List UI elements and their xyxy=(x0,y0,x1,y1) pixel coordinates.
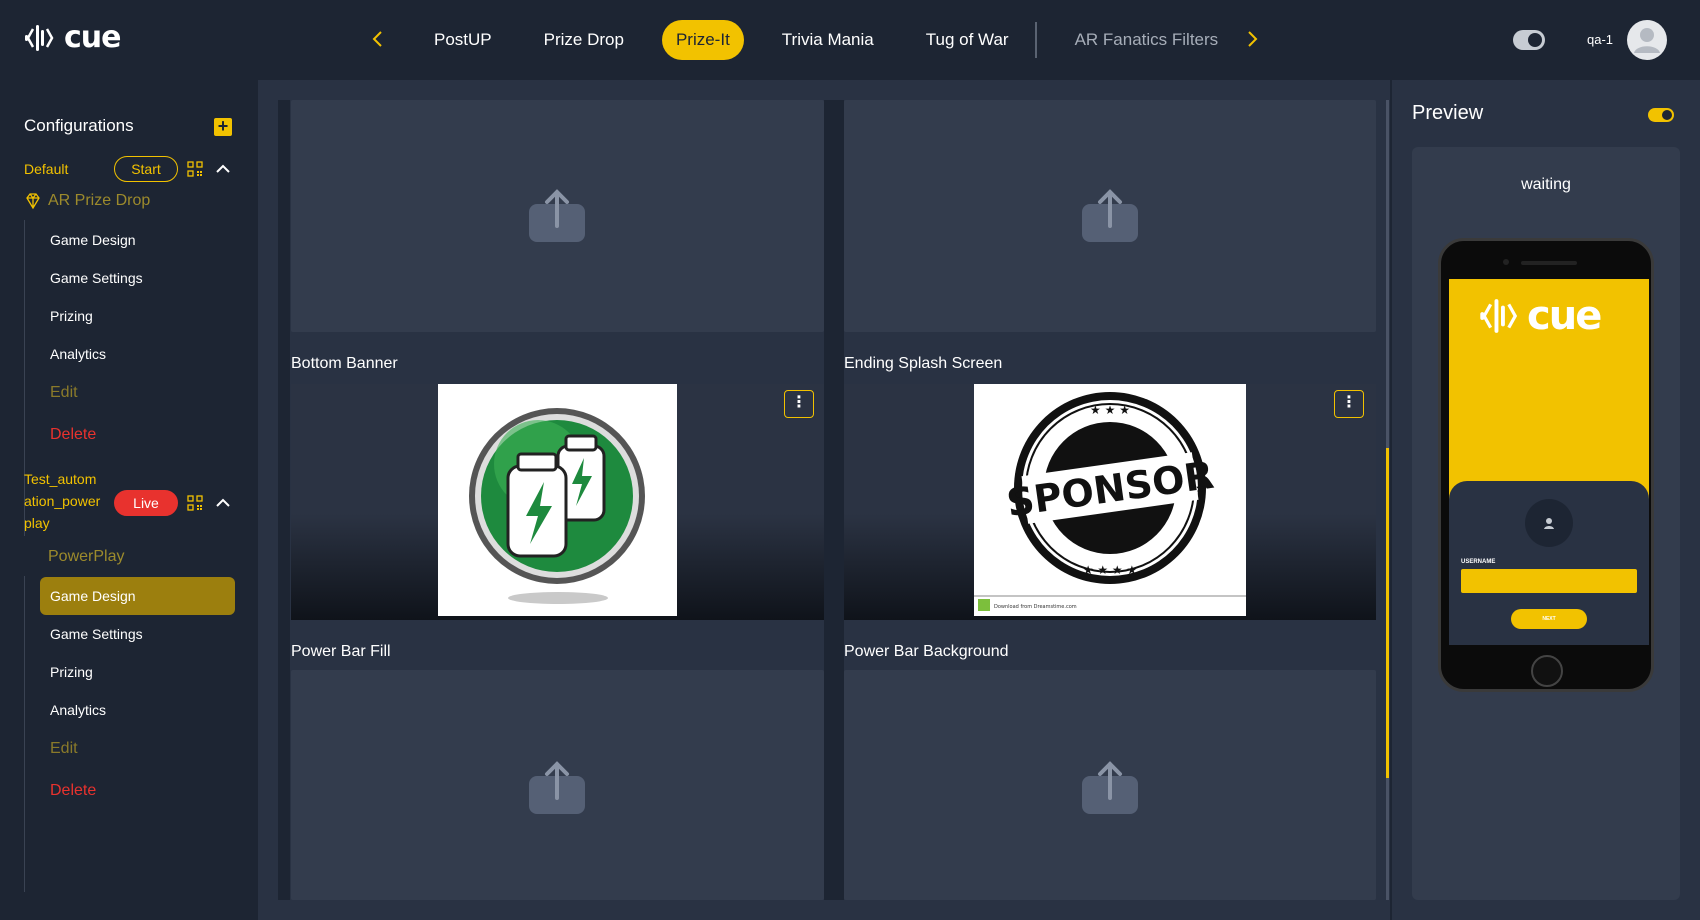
power-bar-background-upload-card[interactable] xyxy=(844,670,1376,900)
menu-analytics[interactable]: Analytics xyxy=(50,346,106,362)
phone-cue-logo: cue xyxy=(1479,293,1602,339)
asset-label-bottom-banner: Bottom Banner xyxy=(291,355,398,372)
user-name: qa-1 xyxy=(1587,32,1614,47)
collapse-chevron-up-icon[interactable] xyxy=(214,494,232,512)
menu-game-settings[interactable]: Game Settings xyxy=(50,270,143,286)
phone-username-label: USERNAME xyxy=(1461,559,1496,565)
configurations-title: Configurations xyxy=(24,116,134,135)
qr-code-icon[interactable] xyxy=(187,495,203,511)
logo-wordmark: cue xyxy=(64,20,121,55)
add-configuration-button[interactable]: + xyxy=(214,117,232,136)
user-avatar[interactable] xyxy=(1627,20,1667,60)
asset-label-power-bar-background: Power Bar Background xyxy=(844,643,1009,660)
phone-next-button: NEXT xyxy=(1511,609,1587,629)
asset-options-kebab-icon[interactable]: ⋮ xyxy=(1334,390,1364,418)
phone-mockup: cue USERNAME NEXT xyxy=(1438,238,1654,692)
tab-prize-it[interactable]: Prize-It xyxy=(661,20,744,60)
tabs-next-chevron-icon[interactable] xyxy=(1240,26,1266,52)
cue-waveform-icon xyxy=(1480,299,1518,333)
config-name-line-1[interactable]: Test_autom xyxy=(24,468,96,490)
config-name-line-3[interactable]: play xyxy=(24,512,50,534)
phone-logo-wordmark: cue xyxy=(1527,293,1602,339)
svg-text:★ ★ ★: ★ ★ ★ xyxy=(1090,403,1130,417)
menu-edit[interactable]: Edit xyxy=(50,384,78,402)
preview-status: waiting xyxy=(1521,176,1571,193)
upload-icon xyxy=(529,761,585,814)
phone-camera xyxy=(1503,259,1509,265)
menu-delete[interactable]: Delete xyxy=(50,782,96,800)
upload-icon xyxy=(1082,761,1138,814)
phone-screen: cue USERNAME NEXT xyxy=(1449,279,1649,645)
phone-username-input xyxy=(1461,569,1637,593)
phone-speaker xyxy=(1521,261,1577,265)
svg-text:★ ★ ★ ★: ★ ★ ★ ★ xyxy=(1083,563,1137,577)
diamond-icon xyxy=(26,193,40,210)
scrollbar-thumb[interactable] xyxy=(1386,448,1389,778)
game-type-powerplay[interactable]: PowerPlay xyxy=(48,548,124,566)
qr-code-icon[interactable] xyxy=(187,161,203,177)
menu-game-settings[interactable]: Game Settings xyxy=(50,626,143,642)
config-name[interactable]: Default xyxy=(24,158,68,180)
menu-game-design[interactable]: Game Design xyxy=(50,232,136,248)
cue-waveform-icon xyxy=(25,24,54,51)
sidebar: Configurations + Default Start AR Prize … xyxy=(0,80,258,920)
sponsor-stamp-image: ★ ★ ★ ★ ★ ★ ★ ★ ★ SPONSOR Download from … xyxy=(974,392,1246,616)
upload-card[interactable] xyxy=(844,100,1376,332)
dreamstime-footer-text: Download from Dreamstime.com xyxy=(994,604,1077,610)
column-gutter xyxy=(824,100,844,900)
game-type-label: AR Prize Drop xyxy=(48,192,151,209)
tab-prize-drop[interactable]: Prize Drop xyxy=(530,20,638,60)
asset-label-power-bar-fill: Power Bar Fill xyxy=(291,643,391,660)
tab-divider xyxy=(1034,22,1037,58)
bottom-banner-image xyxy=(438,384,677,616)
preview-title: Preview xyxy=(1412,102,1484,124)
theme-toggle-icon[interactable] xyxy=(1513,30,1545,50)
cue-logo[interactable]: cue xyxy=(24,20,121,55)
tab-tug-of-war[interactable]: Tug of War xyxy=(912,20,1023,60)
tabs-prev-chevron-icon[interactable] xyxy=(364,26,390,52)
ending-splash-screen-image: ★ ★ ★ ★ ★ ★ ★ ★ ★ SPONSOR Download from … xyxy=(974,384,1246,616)
tab-trivia-mania[interactable]: Trivia Mania xyxy=(768,20,888,60)
asset-options-kebab-icon[interactable]: ⋮ xyxy=(784,390,814,418)
menu-analytics[interactable]: Analytics xyxy=(50,702,106,718)
preview-toggle[interactable] xyxy=(1648,108,1674,122)
top-bar: cue PostUP Prize Drop Prize-It Trivia Ma… xyxy=(0,0,1700,80)
power-bar-fill-upload-card[interactable] xyxy=(291,670,824,900)
menu-prizing[interactable]: Prizing xyxy=(50,308,93,324)
phone-home-button xyxy=(1531,655,1563,687)
phone-avatar-icon xyxy=(1525,499,1573,547)
menu-game-design-active[interactable]: Game Design xyxy=(50,588,136,604)
start-button[interactable]: Start xyxy=(114,156,178,182)
bottom-banner-card[interactable]: ⋮ xyxy=(291,384,824,620)
energy-drink-badge-image xyxy=(469,408,645,604)
upload-card[interactable] xyxy=(291,100,824,332)
tab-postup[interactable]: PostUP xyxy=(420,20,506,60)
upload-icon xyxy=(529,189,585,242)
upload-icon xyxy=(1082,189,1138,242)
menu-prizing[interactable]: Prizing xyxy=(50,664,93,680)
game-tabs: PostUP Prize Drop Prize-It Trivia Mania … xyxy=(420,20,1256,60)
game-type-label: PowerPlay xyxy=(48,548,125,565)
panel-edge xyxy=(278,100,290,900)
ending-splash-screen-card[interactable]: ★ ★ ★ ★ ★ ★ ★ ★ ★ SPONSOR Download from … xyxy=(844,384,1376,620)
menu-edit[interactable]: Edit xyxy=(50,740,78,758)
user-avatar-icon xyxy=(1634,28,1660,53)
config-name-line-2[interactable]: ation_power xyxy=(24,490,100,512)
tree-line xyxy=(24,576,25,892)
menu-delete[interactable]: Delete xyxy=(50,426,96,444)
live-status-badge[interactable]: Live xyxy=(114,490,178,516)
tab-ar-fanatics-filters[interactable]: AR Fanatics Filters xyxy=(1061,20,1233,60)
phone-login-sheet: USERNAME NEXT xyxy=(1449,481,1649,645)
asset-label-ending-splash-screen: Ending Splash Screen xyxy=(844,355,1003,372)
collapse-chevron-up-icon[interactable] xyxy=(214,160,232,178)
game-type-ar-prize-drop[interactable]: AR Prize Drop xyxy=(24,192,150,210)
